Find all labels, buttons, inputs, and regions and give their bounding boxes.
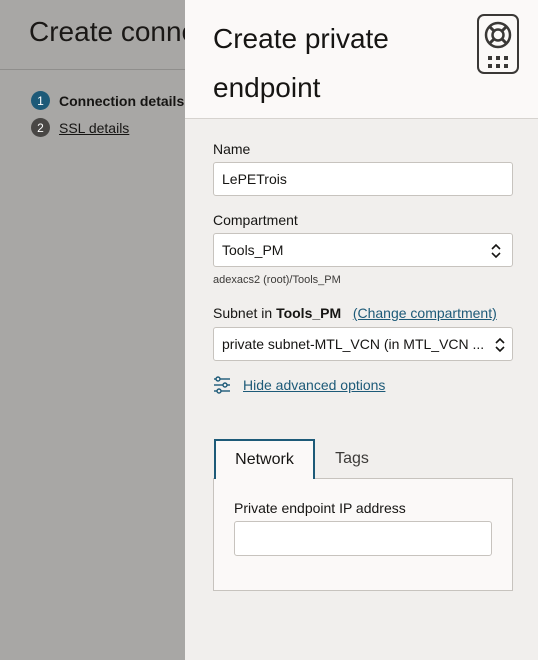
sliders-icon — [214, 376, 230, 394]
step-number-badge: 2 — [31, 118, 50, 137]
name-input[interactable]: LePETrois — [213, 162, 513, 196]
select-chevron-icon — [491, 243, 501, 259]
ip-address-input[interactable] — [234, 521, 492, 556]
step-number-badge: 1 — [31, 91, 50, 110]
subnet-select[interactable]: private subnet-MTL_VCN (in MTL_VCN ... — [213, 327, 513, 361]
subnet-compartment-name: Tools_PM — [276, 305, 342, 321]
network-tab-content: Private endpoint IP address — [213, 478, 513, 591]
advanced-tabs: Network Tags — [213, 439, 513, 479]
compartment-path: adexacs2 (root)/Tools_PM — [213, 274, 341, 286]
ip-address-label: Private endpoint IP address — [234, 500, 406, 516]
subnet-select-value: private subnet-MTL_VCN (in MTL_VCN ... — [222, 336, 485, 352]
name-input-value: LePETrois — [222, 171, 287, 187]
change-compartment-link[interactable]: (Change compartment) — [353, 305, 497, 321]
step-label: Connection details — [59, 92, 185, 109]
subnet-label-prefix: Subnet in — [213, 305, 273, 321]
compartment-select[interactable]: Tools_PM — [213, 233, 513, 267]
panel-header: Create private endpoint — [185, 0, 538, 119]
advanced-options-toggle[interactable]: Hide advanced options — [213, 376, 385, 394]
compartment-select-value: Tools_PM — [222, 242, 284, 258]
compartment-label: Compartment — [213, 212, 298, 228]
panel-title: Create private endpoint — [213, 23, 389, 103]
advanced-options-link[interactable]: Hide advanced options — [243, 377, 385, 393]
step-label[interactable]: SSL details — [59, 120, 129, 136]
step-ssl-details[interactable]: 2 SSL details — [31, 118, 129, 137]
subnet-label: Subnet in Tools_PM (Change compartment) — [213, 305, 497, 321]
name-label: Name — [213, 141, 251, 157]
step-connection-details[interactable]: 1 Connection details — [31, 91, 184, 110]
lifebuoy-icon — [484, 21, 512, 49]
select-chevron-icon — [495, 337, 505, 353]
page-title: Create conne — [29, 16, 198, 47]
grid-dots-icon — [488, 56, 508, 68]
create-private-endpoint-panel: Create private endpoint Name LePETrois C… — [185, 0, 538, 660]
tab-network[interactable]: Network — [214, 439, 315, 479]
help-button[interactable] — [477, 14, 519, 74]
tab-tags[interactable]: Tags — [322, 439, 382, 478]
